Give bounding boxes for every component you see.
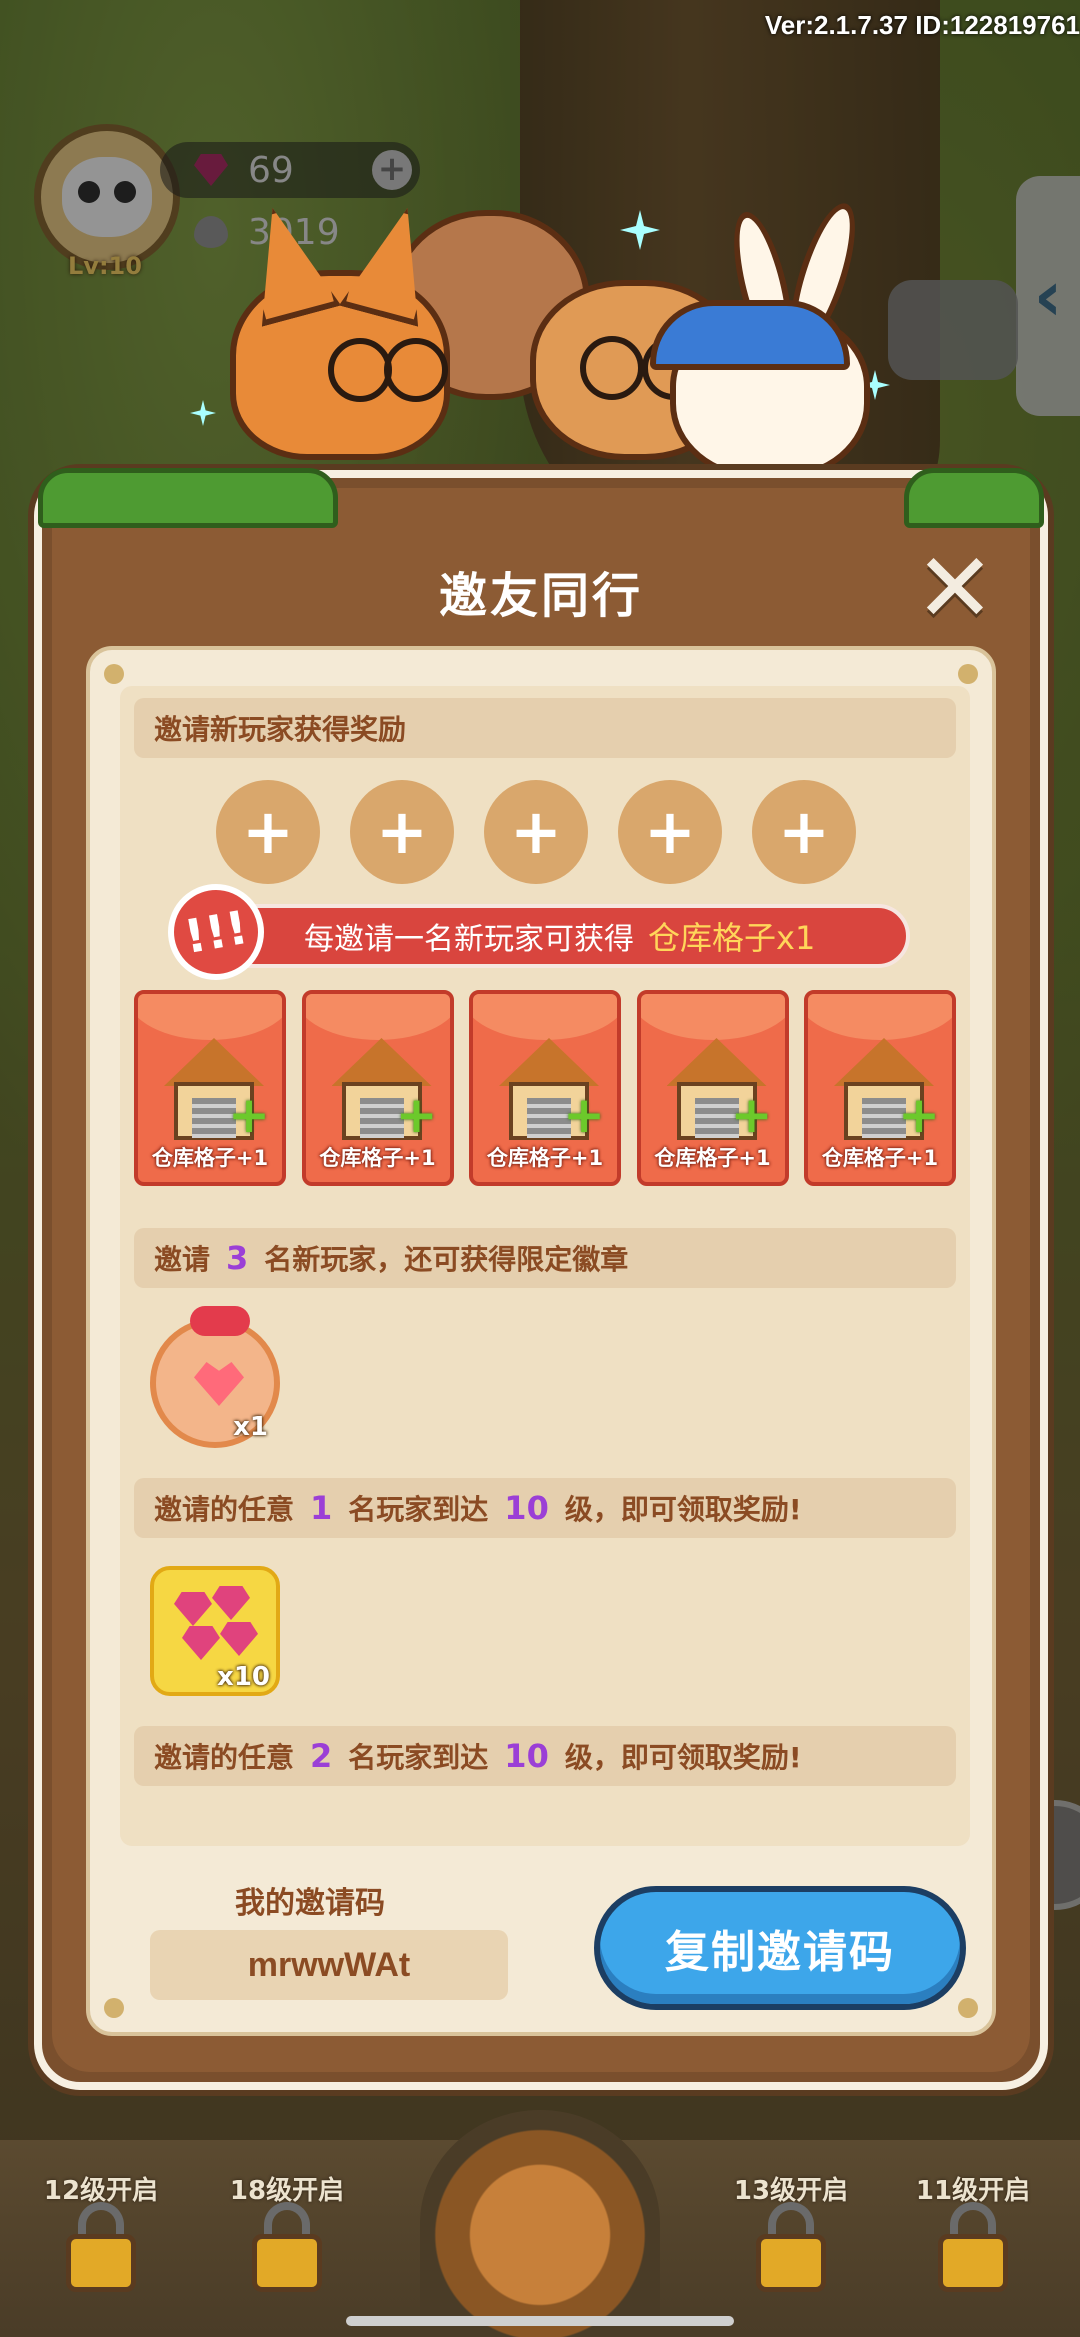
- invite-slot[interactable]: +: [752, 780, 856, 884]
- fox-character: [230, 270, 450, 460]
- plus-icon: +: [644, 795, 696, 868]
- heart-icon: [194, 1362, 244, 1406]
- warehouse-icon: +: [164, 1038, 270, 1144]
- content-panel: 邀请新玩家获得奖励 + + + + + 每邀请一名新玩家可获得 仓库格子x1 !…: [86, 646, 996, 2036]
- invite-slot[interactable]: +: [484, 780, 588, 884]
- corner-dot: [958, 1998, 978, 2018]
- plus-icon: +: [242, 795, 294, 868]
- lock-body: [756, 2234, 826, 2292]
- locked-feature-slot[interactable]: 11级开启: [898, 2160, 1048, 2320]
- gem-icon: [220, 1622, 258, 1656]
- warehouse-icon: +: [834, 1038, 940, 1144]
- warehouse-reward-card: + 仓库格子+1: [301, 990, 454, 1186]
- invite-section-header: 邀请新玩家获得奖励: [134, 698, 956, 758]
- locked-feature-slot[interactable]: 18级开启: [212, 2160, 362, 2320]
- lock-body: [66, 2234, 136, 2292]
- acorn-home-button[interactable]: [420, 2110, 660, 2337]
- glasses-icon: [384, 338, 448, 402]
- level-req-pre: 邀请的任意: [154, 1741, 295, 1774]
- badge-req-num: 3: [226, 1239, 249, 1277]
- locked-feature-slot[interactable]: 12级开启: [26, 2160, 176, 2320]
- card-label: 仓库格子+1: [319, 1146, 436, 1170]
- gem-icon: [182, 1626, 220, 1660]
- card-label: 仓库格子+1: [654, 1146, 771, 1170]
- invite-slot[interactable]: +: [618, 780, 722, 884]
- corner-dot: [104, 1998, 124, 2018]
- warehouse-reward-card: + 仓库格子+1: [636, 990, 789, 1186]
- badge-requirement: 邀请 3 名新玩家，还可获得限定徽章: [134, 1228, 956, 1288]
- level-req-post: 级，即可领取奖励!: [564, 1741, 802, 1774]
- badge-qty: x1: [233, 1412, 268, 1442]
- reward-banner: 每邀请一名新玩家可获得 仓库格子x1: [190, 904, 910, 968]
- rewards-box: 邀请新玩家获得奖励 + + + + + 每邀请一名新玩家可获得 仓库格子x1 !…: [120, 686, 970, 1846]
- gem-qty: x10: [217, 1662, 270, 1692]
- invite-section-text: 邀请新玩家获得奖励: [154, 713, 407, 746]
- blue-cap: [650, 300, 850, 370]
- reward-cards: + 仓库格子+1 + 仓库格子+1 + 仓库格子+1 + 仓库格子+1 + 仓库…: [134, 990, 956, 1186]
- level-req-num: 2: [310, 1737, 333, 1775]
- gem-reward-icon: x10: [150, 1566, 280, 1696]
- characters-illustration: [190, 150, 900, 490]
- card-label: 仓库格子+1: [151, 1146, 269, 1170]
- warehouse-reward-card: + 仓库格子+1: [134, 990, 286, 1186]
- banner-text: 每邀请一名新玩家可获得: [304, 922, 634, 957]
- invite-slots: + + + + +: [216, 780, 856, 890]
- lock-body: [938, 2234, 1008, 2292]
- close-button[interactable]: ✕: [914, 540, 996, 636]
- badge-req-post: 名新玩家，还可获得限定徽章: [264, 1243, 629, 1276]
- leaf-decoration: [38, 468, 338, 528]
- level-req-mid: 名玩家到达: [348, 1493, 489, 1526]
- level-req-post: 级，即可领取奖励!: [564, 1493, 802, 1526]
- card-label: 仓库格子+1: [821, 1146, 939, 1170]
- invite-friends-modal: 邀友同行 ✕ 邀请新玩家获得奖励 + + + + + 每邀请一名新玩家可获得 仓…: [34, 468, 1048, 2090]
- bow-icon: [190, 1306, 250, 1336]
- locked-feature-slot[interactable]: 13级开启: [716, 2160, 866, 2320]
- banner-highlight: 仓库格子x1: [648, 919, 816, 957]
- invite-slot[interactable]: +: [350, 780, 454, 884]
- corner-dot: [958, 664, 978, 684]
- warehouse-icon: +: [499, 1038, 605, 1144]
- home-indicator[interactable]: [346, 2316, 734, 2326]
- warehouse-reward-card: + 仓库格子+1: [469, 990, 621, 1186]
- plus-icon: +: [510, 795, 562, 868]
- gem-icon: [174, 1592, 212, 1626]
- level-req-mid: 名玩家到达: [348, 1741, 489, 1774]
- level-req-level: 10: [504, 1489, 549, 1527]
- warehouse-reward-card: + 仓库格子+1: [804, 990, 956, 1186]
- leaf-decoration: [904, 468, 1044, 528]
- invite-code-field[interactable]: mrwwWAt: [150, 1930, 508, 2000]
- level-requirement-1: 邀请的任意 1 名玩家到达 10 级，即可领取奖励!: [134, 1478, 956, 1538]
- card-label: 仓库格子+1: [486, 1146, 604, 1170]
- corner-dot: [104, 664, 124, 684]
- invite-code-label: 我的邀请码: [235, 1886, 385, 1921]
- level-requirement-2: 邀请的任意 2 名玩家到达 10 级，即可领取奖励!: [134, 1726, 956, 1786]
- level-req-level: 10: [504, 1737, 549, 1775]
- level-req-pre: 邀请的任意: [154, 1493, 295, 1526]
- plus-icon: +: [778, 795, 830, 868]
- invite-slot[interactable]: +: [216, 780, 320, 884]
- lock-body: [252, 2234, 322, 2292]
- glasses-icon: [580, 336, 644, 400]
- copy-invite-code-button[interactable]: 复制邀请码: [594, 1886, 966, 2010]
- warehouse-icon: +: [331, 1038, 438, 1144]
- plus-icon: +: [376, 795, 428, 868]
- gem-icon: [212, 1586, 250, 1620]
- badge-reward-icon: x1: [150, 1306, 280, 1448]
- modal-title: 邀友同行: [438, 568, 643, 624]
- version-label: Ver:2.1.7.37 ID:122819761: [764, 10, 1080, 40]
- alert-icon: !!!: [160, 876, 272, 988]
- sparkle-icon: [620, 210, 660, 250]
- warehouse-icon: +: [666, 1038, 773, 1144]
- badge-req-pre: 邀请: [154, 1243, 211, 1276]
- glasses-icon: [328, 338, 392, 402]
- level-req-num: 1: [310, 1489, 333, 1527]
